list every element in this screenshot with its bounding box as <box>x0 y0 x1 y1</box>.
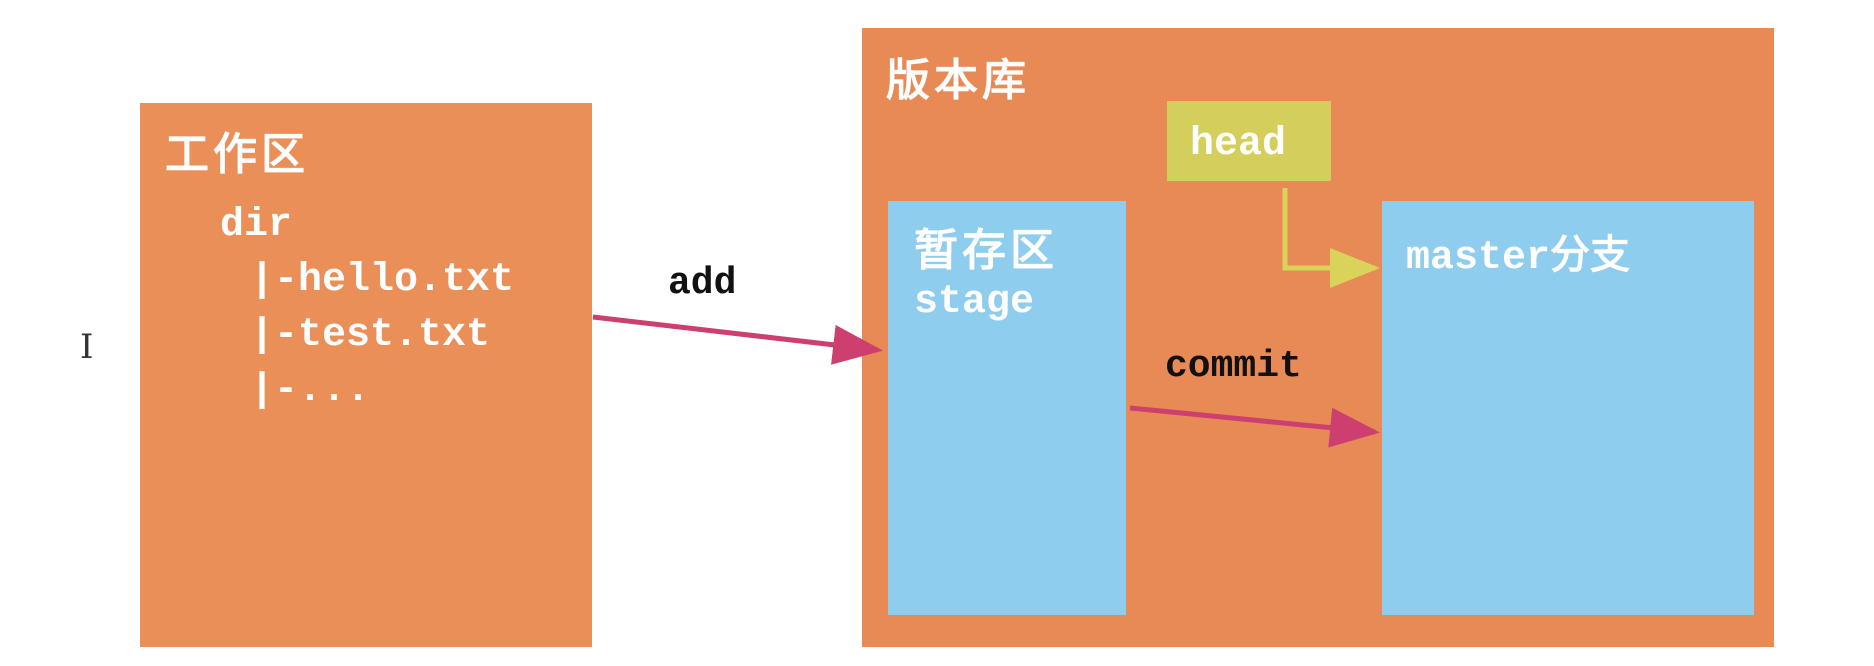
add-arrow <box>592 314 883 365</box>
tree-item-more: |-... <box>250 368 371 413</box>
head-label: head <box>1190 122 1287 167</box>
repository-title: 版本库 <box>886 55 1030 106</box>
stage-subtitle: stage <box>914 280 1035 325</box>
commit-label: commit <box>1165 345 1302 388</box>
workspace-title: 工作区 <box>165 129 309 180</box>
tree-root: dir <box>220 203 293 248</box>
tree-item-hello: |-hello.txt <box>250 258 515 303</box>
master-branch-title: master分支 <box>1406 236 1631 281</box>
tree-item-test: |-test.txt <box>250 313 491 358</box>
add-label: add <box>668 262 737 305</box>
text-cursor-icon: I <box>80 327 94 367</box>
stage-title: 暂存区 <box>914 225 1058 276</box>
